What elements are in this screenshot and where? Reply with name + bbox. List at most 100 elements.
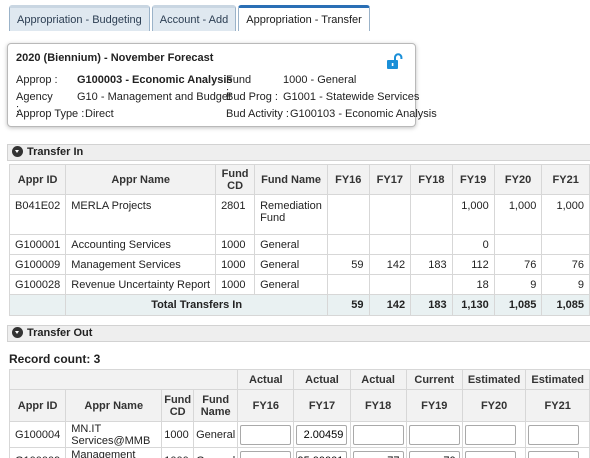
transfer-out-header-row: Appr ID Appr Name Fund CD Fund Name FY16… bbox=[8, 389, 590, 422]
tab-account-add[interactable]: Account - Add bbox=[151, 5, 237, 31]
fy18-input-cell bbox=[349, 421, 407, 448]
fy16-input[interactable] bbox=[240, 424, 292, 445]
fy20-input[interactable] bbox=[464, 450, 516, 458]
fy21-input[interactable] bbox=[528, 424, 580, 445]
approp-label: Approp : bbox=[16, 74, 58, 86]
appr-id-cell: G100028 bbox=[8, 274, 67, 295]
transfer-in-section-label: Transfer In bbox=[27, 146, 84, 158]
fy19-cell: 18 bbox=[451, 274, 495, 295]
appr-id-cell: G100009 bbox=[8, 254, 67, 275]
table-row: G100001 Accounting Services 1000 General… bbox=[8, 234, 590, 255]
col-fund-cd[interactable]: Fund CD bbox=[215, 164, 256, 195]
col-fy17[interactable]: FY17 bbox=[368, 164, 412, 195]
fy19-input-cell bbox=[405, 421, 463, 448]
fy21-input-cell bbox=[525, 447, 590, 458]
tab-appropriation-transfer[interactable]: Appropriation - Transfer bbox=[238, 5, 370, 31]
col-fy21[interactable]: FY21 bbox=[525, 389, 590, 422]
col-fy20[interactable]: FY20 bbox=[461, 389, 527, 422]
fy19-cell: 112 bbox=[451, 254, 495, 275]
fund-name-cell: Remediation Fund bbox=[254, 194, 328, 235]
fund-value: 1000 - General bbox=[283, 74, 357, 86]
collapse-circle-icon bbox=[12, 327, 23, 338]
col-fy18[interactable]: FY18 bbox=[349, 389, 407, 422]
fy17-input[interactable] bbox=[296, 424, 348, 445]
appr-name-cell: Accounting Services bbox=[65, 234, 217, 255]
approp-value: G100003 - Economic Analysis bbox=[77, 74, 233, 86]
fy16-cell bbox=[327, 274, 370, 295]
group-fy20: Estimated bbox=[461, 369, 527, 390]
fy18-cell bbox=[410, 194, 453, 235]
col-appr-name[interactable]: Appr Name bbox=[65, 389, 163, 422]
fy18-input[interactable] bbox=[352, 450, 404, 458]
fy21-cell: 1,000 bbox=[541, 194, 590, 235]
total-row: Total Transfers In 59 142 183 1,130 1,08… bbox=[8, 294, 590, 316]
col-fy21[interactable]: FY21 bbox=[541, 164, 590, 195]
forecast-title: 2020 (Biennium) - November Forecast bbox=[16, 52, 214, 64]
fy18-input[interactable] bbox=[352, 424, 404, 445]
group-fy19: Current bbox=[405, 369, 463, 390]
transfer-in-header-row: Appr ID Appr Name Fund CD Fund Name FY16… bbox=[8, 164, 590, 195]
col-fy16[interactable]: FY16 bbox=[327, 164, 370, 195]
fy21-cell: 9 bbox=[541, 274, 590, 295]
unlock-icon[interactable] bbox=[386, 53, 403, 70]
total-fy16: 59 bbox=[327, 294, 370, 316]
col-appr-id[interactable]: Appr ID bbox=[8, 389, 67, 422]
fy21-input[interactable] bbox=[528, 450, 580, 458]
approp-type-label: Approp Type : bbox=[16, 108, 85, 120]
appr-id-cell: G100009 bbox=[8, 447, 67, 458]
fy21-input-cell bbox=[525, 421, 590, 448]
fy17-cell bbox=[368, 274, 412, 295]
tab-bar: Appropriation - Budgeting Account - Add … bbox=[9, 5, 372, 31]
fy17-cell: 142 bbox=[368, 254, 412, 275]
col-fund-cd[interactable]: Fund CD bbox=[161, 389, 195, 422]
fy21-cell: 76 bbox=[541, 254, 590, 275]
group-fy17: Actual bbox=[293, 369, 351, 390]
total-fy18: 183 bbox=[410, 294, 453, 316]
fy19-input[interactable] bbox=[408, 424, 460, 445]
total-blank-cell bbox=[8, 294, 67, 316]
transfer-out-section-header[interactable]: Transfer Out bbox=[7, 325, 590, 342]
fy20-input-cell bbox=[461, 447, 527, 458]
fy16-input[interactable] bbox=[240, 450, 292, 458]
col-fy19[interactable]: FY19 bbox=[451, 164, 495, 195]
fy18-cell: 183 bbox=[410, 254, 453, 275]
tab-appropriation-budgeting[interactable]: Appropriation - Budgeting bbox=[9, 5, 150, 31]
col-fund-name[interactable]: Fund Name bbox=[193, 389, 239, 422]
col-fy19[interactable]: FY19 bbox=[405, 389, 463, 422]
table-row: G100009 Management Services 1000 General… bbox=[8, 254, 590, 275]
fy19-input-cell bbox=[405, 447, 463, 458]
col-fy18[interactable]: FY18 bbox=[410, 164, 453, 195]
fy16-input-cell bbox=[237, 447, 295, 458]
fy19-input[interactable] bbox=[408, 450, 460, 458]
col-fy20[interactable]: FY20 bbox=[493, 164, 543, 195]
appr-name-cell: Management Services bbox=[65, 254, 217, 275]
col-fund-name[interactable]: Fund Name bbox=[254, 164, 328, 195]
col-fy17[interactable]: FY17 bbox=[293, 389, 351, 422]
fund-name-cell: General bbox=[254, 274, 328, 295]
total-fy19: 1,130 bbox=[451, 294, 495, 316]
fy20-cell: 9 bbox=[493, 274, 543, 295]
fy17-cell bbox=[368, 234, 412, 255]
col-appr-id[interactable]: Appr ID bbox=[8, 164, 67, 195]
fy17-input-cell bbox=[293, 447, 351, 458]
bud-prog-value: G1001 - Statewide Services bbox=[283, 91, 420, 103]
table-row: G100004 MN.IT Services@MMB 1000 General bbox=[8, 421, 590, 448]
total-fy17: 142 bbox=[368, 294, 412, 316]
transfer-out-group-row: Actual Actual Actual Current Estimated E… bbox=[8, 369, 590, 390]
group-fy18: Actual bbox=[349, 369, 407, 390]
fy17-input[interactable] bbox=[296, 450, 348, 458]
fy20-input[interactable] bbox=[464, 424, 516, 445]
table-row: G100009 Management Services 1000 General bbox=[8, 447, 590, 458]
fy16-cell bbox=[327, 194, 370, 235]
transfer-in-section-header[interactable]: Transfer In bbox=[7, 144, 590, 161]
col-fy16[interactable]: FY16 bbox=[237, 389, 295, 422]
col-appr-name[interactable]: Appr Name bbox=[65, 164, 217, 195]
appr-id-cell: G100004 bbox=[8, 421, 67, 448]
agency-value: G10 - Management and Budget bbox=[77, 91, 232, 103]
fy16-cell: 59 bbox=[327, 254, 370, 275]
fund-name-cell: General bbox=[254, 234, 328, 255]
fund-cd-cell: 1000 bbox=[215, 274, 256, 295]
group-blank bbox=[8, 369, 239, 390]
appr-name-cell: Revenue Uncertainty Report bbox=[65, 274, 217, 295]
fy17-input-cell bbox=[293, 421, 351, 448]
